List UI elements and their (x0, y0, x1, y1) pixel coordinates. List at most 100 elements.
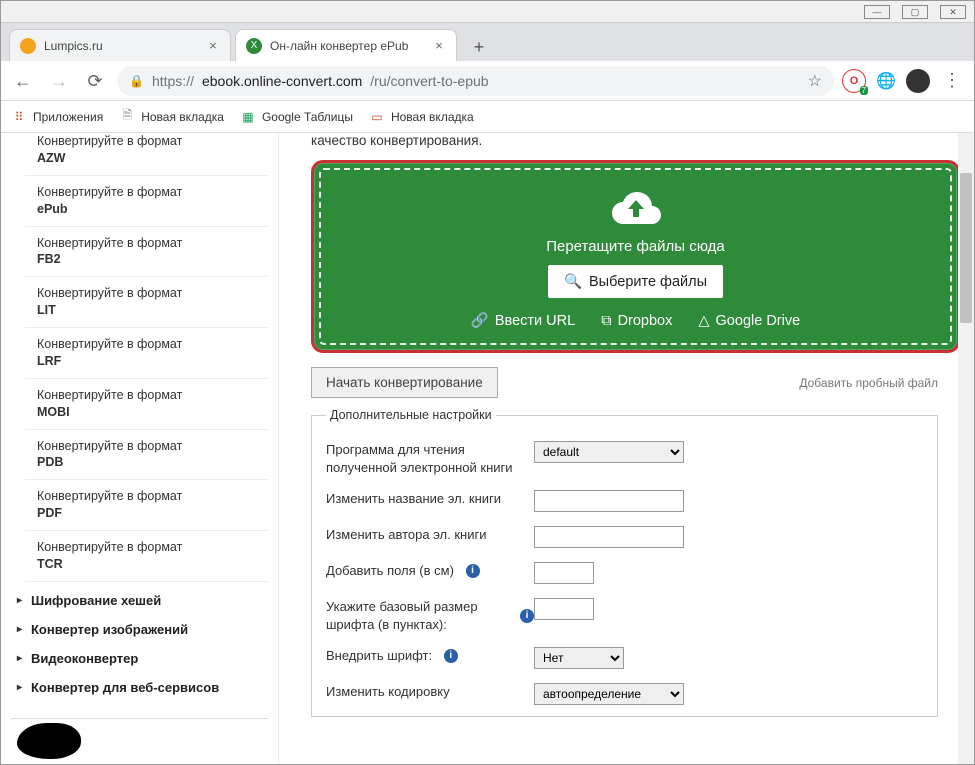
info-icon[interactable]: i (466, 564, 480, 578)
upload-dropzone[interactable]: Перетащите файлы сюда 🔍 Выберите файлы 🔗… (319, 168, 952, 345)
reader-select[interactable]: default (534, 441, 684, 463)
sidebar-cat-hash[interactable]: ▸Шифрование хешей (11, 586, 268, 615)
bookmark-newtab-1[interactable]: 🗎 Новая вкладка (119, 109, 224, 125)
browser-tab-lumpics[interactable]: Lumpics.ru × (9, 29, 231, 61)
sidebar-footer (11, 718, 268, 764)
setting-row-embedfont: Внедрить шрифт: i Нет (326, 640, 923, 676)
cloud-upload-icon (608, 188, 664, 228)
info-icon[interactable]: i (444, 649, 458, 663)
info-icon[interactable]: i (520, 609, 534, 623)
choose-files-label: Выберите файлы (589, 274, 707, 290)
additional-settings-fieldset: Дополнительные настройки Программа для ч… (311, 408, 938, 717)
page-icon: 🗎 (119, 109, 135, 125)
url-path: /ru/convert-to-epub (370, 73, 488, 89)
tab-strip: Lumpics.ru × X Он-лайн конвертер ePub × … (1, 23, 974, 61)
encoding-select[interactable]: автоопределение (534, 683, 684, 705)
category-label: Видеоконвертер (31, 651, 138, 666)
add-trial-file-link[interactable]: Добавить пробный файл (799, 376, 938, 390)
margins-input[interactable] (534, 562, 594, 584)
back-button[interactable]: ← (9, 67, 37, 95)
address-bar: ← → ⟳ 🔒 https://ebook.online-convert.com… (1, 61, 974, 101)
format-prefix: Конвертируйте в формат (37, 134, 182, 148)
bookmark-label: Google Таблицы (262, 110, 353, 124)
format-prefix: Конвертируйте в формат (37, 439, 182, 453)
format-prefix: Конвертируйте в формат (37, 388, 182, 402)
format-name: ePub (37, 201, 258, 218)
lock-icon: 🔒 (129, 74, 144, 88)
source-dropbox-link[interactable]: ⧉ Dropbox (601, 312, 672, 329)
sidebar-format-lit[interactable]: Конвертируйте в формат LIT (25, 277, 268, 328)
title-input[interactable] (534, 490, 684, 512)
apps-grid-icon: ⠿ (11, 109, 27, 125)
extension-globe-icon[interactable]: 🌐 (874, 69, 898, 93)
sidebar-format-tcr[interactable]: Конвертируйте в формат TCR (25, 531, 268, 582)
source-gdrive-link[interactable]: △ Google Drive (698, 312, 800, 329)
caret-right-icon: ▸ (17, 653, 25, 664)
choose-files-button[interactable]: 🔍 Выберите файлы (548, 265, 723, 298)
bookmark-newtab-2[interactable]: ▭ Новая вкладка (369, 109, 474, 125)
browser-menu-button[interactable]: ⋮ (938, 70, 966, 91)
bookmark-bar: ⠿ Приложения 🗎 Новая вкладка ▦ Google Та… (1, 101, 974, 133)
quality-text: качество конвертирования. (311, 133, 960, 160)
fontsize-input[interactable] (534, 598, 594, 620)
window-minimize-button[interactable]: — (864, 5, 890, 19)
new-tab-button[interactable]: + (465, 33, 493, 61)
setting-label: Добавить поля (в см) i (326, 562, 534, 580)
setting-row-reader: Программа для чтения полученной электрон… (326, 434, 923, 483)
favicon-icon: X (246, 38, 262, 54)
url-input[interactable]: 🔒 https://ebook.online-convert.com/ru/co… (117, 66, 834, 96)
scrollbar-thumb[interactable] (960, 173, 972, 323)
setting-label: Изменить автора эл. книги (326, 526, 534, 544)
setting-label: Внедрить шрифт: i (326, 647, 534, 665)
format-prefix: Конвертируйте в формат (37, 540, 182, 554)
url-host: ebook.online-convert.com (202, 73, 362, 89)
format-prefix: Конвертируйте в формат (37, 286, 182, 300)
tab-title: Lumpics.ru (44, 39, 206, 53)
extension-opera-icon[interactable]: 7 O (842, 69, 866, 93)
window-close-button[interactable]: ✕ (940, 5, 966, 19)
author-input[interactable] (534, 526, 684, 548)
extension-badge: 7 (860, 86, 868, 95)
bookmark-star-icon[interactable]: ☆ (808, 71, 822, 91)
profile-avatar[interactable] (906, 69, 930, 93)
caret-right-icon: ▸ (17, 595, 25, 606)
tab-close-icon[interactable]: × (432, 39, 446, 53)
page-content: Конвертируйте в формат AZW Конвертируйте… (1, 133, 974, 764)
vertical-scrollbar[interactable] (958, 133, 974, 764)
setting-row-encoding: Изменить кодировку автоопределение (326, 676, 923, 712)
setting-row-title: Изменить название эл. книги (326, 483, 923, 519)
embed-font-select[interactable]: Нет (534, 647, 624, 669)
window-titlebar: — ▢ ✕ (1, 1, 974, 23)
caret-right-icon: ▸ (17, 682, 25, 693)
category-list: ▸Шифрование хешей ▸Конвертер изображений… (1, 582, 278, 706)
sidebar-format-lrf[interactable]: Конвертируйте в формат LRF (25, 328, 268, 379)
browser-tab-converter[interactable]: X Он-лайн конвертер ePub × (235, 29, 457, 61)
reload-button[interactable]: ⟳ (81, 67, 109, 95)
window-maximize-button[interactable]: ▢ (902, 5, 928, 19)
favicon-icon (20, 38, 36, 54)
start-conversion-button[interactable]: Начать конвертирование (311, 367, 498, 398)
setting-label: Укажите базовый размер шрифта (в пунктах… (326, 598, 534, 633)
sidebar-format-epub[interactable]: Конвертируйте в формат ePub (25, 176, 268, 227)
sidebar-format-azw[interactable]: Конвертируйте в формат AZW (25, 133, 268, 176)
action-row: Начать конвертирование Добавить пробный … (311, 367, 960, 398)
tab-close-icon[interactable]: × (206, 39, 220, 53)
forward-button[interactable]: → (45, 67, 73, 95)
sidebar-format-pdf[interactable]: Конвертируйте в формат PDF (25, 480, 268, 531)
sidebar-cat-image[interactable]: ▸Конвертер изображений (11, 615, 268, 644)
source-url-link[interactable]: 🔗 Ввести URL (471, 312, 575, 329)
sheets-icon: ▦ (240, 109, 256, 125)
setting-label: Изменить кодировку (326, 683, 534, 701)
sidebar-cat-video[interactable]: ▸ Видеоконвертер (11, 644, 268, 673)
sidebar-format-mobi[interactable]: Конвертируйте в формат MOBI (25, 379, 268, 430)
bookmark-label: Приложения (33, 110, 103, 124)
bookmark-apps[interactable]: ⠿ Приложения (11, 109, 103, 125)
format-name: AZW (37, 150, 258, 167)
sidebar-format-fb2[interactable]: Конвертируйте в формат FB2 (25, 227, 268, 278)
bookmark-label: Новая вкладка (141, 110, 224, 124)
bookmark-google-sheets[interactable]: ▦ Google Таблицы (240, 109, 353, 125)
sidebar-format-pdb[interactable]: Конвертируйте в формат PDB (25, 430, 268, 481)
format-name: FB2 (37, 251, 258, 268)
format-name: LIT (37, 302, 258, 319)
sidebar-cat-web[interactable]: ▸Конвертер для веб-сервисов (11, 673, 268, 702)
